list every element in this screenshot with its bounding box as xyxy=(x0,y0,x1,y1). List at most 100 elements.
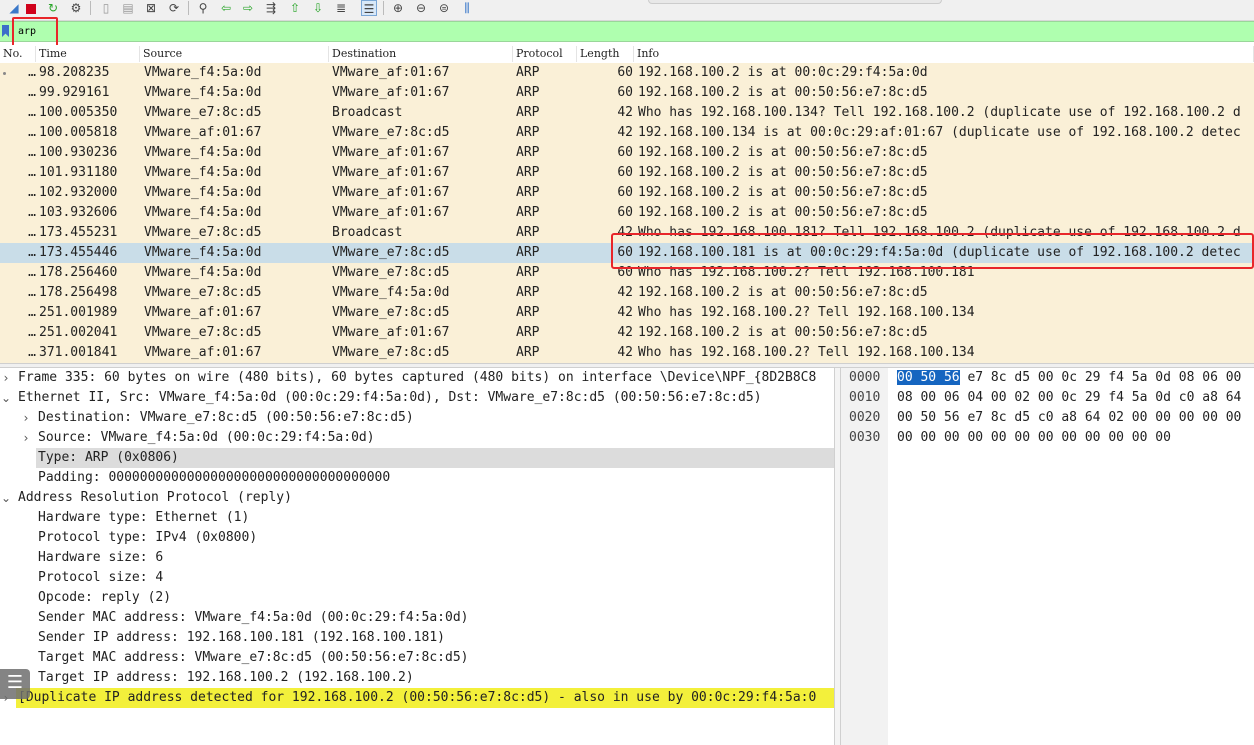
last-packet-icon[interactable]: ⇩ xyxy=(310,0,326,16)
open-file-icon[interactable]: ▯ xyxy=(98,0,114,16)
detail-text: Address Resolution Protocol (reply) xyxy=(18,490,292,505)
detail-row[interactable]: Sender IP address: 192.168.100.181 (192.… xyxy=(0,628,836,648)
detail-row[interactable]: Target MAC address: VMware_e7:8c:d5 (00:… xyxy=(0,648,836,668)
expert-info-icon[interactable]: ☰ xyxy=(0,669,30,699)
packet-row[interactable]: … 371.001841 VMware_af:01:67 VMware_e7:8c:d… xyxy=(0,343,1254,363)
detail-row[interactable]: › Frame 335: 60 bytes on wire (480 bits),… xyxy=(0,368,836,388)
go-forward-icon[interactable]: ⇨ xyxy=(240,0,256,16)
auto-scroll-icon[interactable]: ≣ xyxy=(333,0,349,16)
detail-row[interactable]: › Source: VMware_f4:5a:0d (00:0c:29:f4:5a… xyxy=(0,428,836,448)
packet-row[interactable]: … 251.002041 VMware_e7:8c:d5 VMware_af:01:6… xyxy=(0,323,1254,343)
detail-row[interactable]: ›[Duplicate IP address detected for 192.… xyxy=(0,688,836,708)
packet-cell-info: 192.168.100.2 is at 00:0c:29:f4:5a:0d xyxy=(638,65,928,80)
normal-size-icon[interactable]: ⊜ xyxy=(436,0,452,16)
packet-cell-proto: ARP xyxy=(516,225,540,240)
packet-cell-time: 100.005350 xyxy=(39,105,118,120)
packet-cell-no: … xyxy=(28,285,36,300)
detail-row[interactable]: Hardware size: 6 xyxy=(0,548,836,568)
packet-cell-dst: VMware_f4:5a:0d xyxy=(332,285,450,300)
packet-cell-dst: VMware_af:01:67 xyxy=(332,205,450,220)
restart-capture-icon[interactable]: ↻ xyxy=(45,0,61,16)
packet-cell-len: 42 xyxy=(617,105,633,120)
shark-fin-start-icon[interactable]: ◢ xyxy=(6,0,22,16)
column-header-info[interactable]: Info xyxy=(634,46,1254,62)
bytes-row[interactable]: 0010 08 00 06 04 00 02 00 0c 29 f4 5a 0d … xyxy=(841,388,1254,408)
capture-options-icon[interactable]: ⚙ xyxy=(68,0,84,16)
packet-row[interactable]: … 99.929161 VMware_f4:5a:0d VMware_af:01:67… xyxy=(0,83,1254,103)
packet-row[interactable]: … 102.932000 VMware_f4:5a:0d VMware_af:01:6… xyxy=(0,183,1254,203)
save-file-icon[interactable]: ▤ xyxy=(120,0,136,16)
detail-text: Hardware size: 6 xyxy=(38,550,164,565)
detail-row[interactable]: Hardware type: Ethernet (1) xyxy=(0,508,836,528)
expand-arrow-icon[interactable]: › xyxy=(20,408,32,428)
go-back-icon[interactable]: ⇦ xyxy=(218,0,234,16)
packet-cell-time: 100.930236 xyxy=(39,145,118,160)
packet-cell-src: VMware_f4:5a:0d xyxy=(144,165,262,180)
packet-cell-time: 371.001841 xyxy=(39,345,118,360)
detail-row[interactable]: Protocol size: 4 xyxy=(0,568,836,588)
expand-arrow-icon[interactable]: › xyxy=(20,428,32,448)
detail-row[interactable]: ⌄ Address Resolution Protocol (reply) xyxy=(0,488,836,508)
column-header-length[interactable]: Length xyxy=(577,46,634,62)
packet-cell-len: 60 xyxy=(617,205,633,220)
expand-arrow-icon[interactable]: › xyxy=(0,368,12,388)
resize-columns-icon[interactable]: ⫼ xyxy=(459,0,475,16)
bytes-row[interactable]: 0030 00 00 00 00 00 00 00 00 00 00 00 00 xyxy=(841,428,1254,448)
stop-capture-icon[interactable] xyxy=(23,0,39,16)
filter-bookmark-icon[interactable] xyxy=(2,25,9,37)
packet-cell-src: VMware_e7:8c:d5 xyxy=(144,225,262,240)
packet-cell-time: 101.931180 xyxy=(39,165,118,180)
bytes-row[interactable]: 0000 00 50 56 e7 8c d5 00 0c 29 f4 5a 0d … xyxy=(841,368,1254,388)
detail-text: Protocol type: IPv4 (0x0800) xyxy=(38,530,258,545)
column-header-source[interactable]: Source xyxy=(140,46,329,62)
collapse-arrow-icon[interactable]: ⌄ xyxy=(0,488,12,508)
annotation-row-box xyxy=(611,233,1254,269)
packet-cell-dst: VMware_af:01:67 xyxy=(332,65,450,80)
bytes-row[interactable]: 0020 00 50 56 e7 8c d5 c0 a8 64 02 00 00 … xyxy=(841,408,1254,428)
zoom-out-icon[interactable]: ⊖ xyxy=(413,0,429,16)
packet-cell-proto: ARP xyxy=(516,325,540,340)
zoom-in-icon[interactable]: ⊕ xyxy=(390,0,406,16)
reload-icon[interactable]: ⟳ xyxy=(166,0,182,16)
packet-cell-src: VMware_f4:5a:0d xyxy=(144,265,262,280)
column-header-destination[interactable]: Destination xyxy=(329,46,513,62)
packet-cell-len: 60 xyxy=(617,165,633,180)
packet-cell-info: Who has 192.168.100.2? Tell 192.168.100.… xyxy=(638,305,975,320)
packet-cell-len: 42 xyxy=(617,305,633,320)
detail-row[interactable]: Protocol type: IPv4 (0x0800) xyxy=(0,528,836,548)
packet-row[interactable]: … 100.005818 VMware_af:01:67 VMware_e7:8c:d… xyxy=(0,123,1254,143)
packet-cell-dst: Broadcast xyxy=(332,225,403,240)
packet-cell-len: 60 xyxy=(617,145,633,160)
detail-row[interactable]: Target IP address: 192.168.100.2 (192.16… xyxy=(0,668,836,688)
packet-cell-proto: ARP xyxy=(516,185,540,200)
packet-cell-proto: ARP xyxy=(516,245,540,260)
detail-row[interactable]: ⌄ Ethernet II, Src: VMware_f4:5a:0d (00:0… xyxy=(0,388,836,408)
find-packet-icon[interactable]: ⚲ xyxy=(195,0,211,16)
packet-cell-info: 192.168.100.2 is at 00:50:56:e7:8c:d5 xyxy=(638,185,928,200)
colorize-icon[interactable]: ☰ xyxy=(361,0,377,16)
packet-row[interactable]: … 251.001989 VMware_af:01:67 VMware_e7:8c:d… xyxy=(0,303,1254,323)
close-file-icon[interactable]: ⊠ xyxy=(143,0,159,16)
detail-text: Sender IP address: 192.168.100.181 (192.… xyxy=(38,630,445,645)
detail-row[interactable]: Padding: 0000000000000000000000000000000… xyxy=(0,468,836,488)
detail-row[interactable]: Opcode: reply (2) xyxy=(0,588,836,608)
display-filter-input[interactable] xyxy=(18,24,1238,38)
column-header-time[interactable]: Time xyxy=(36,46,140,62)
go-to-packet-icon[interactable]: ⇶ xyxy=(263,0,279,16)
packet-row[interactable]: … 178.256498 VMware_e7:8c:d5 VMware_f4:5a:0… xyxy=(0,283,1254,303)
detail-row[interactable]: › Destination: VMware_e7:8c:d5 (00:50:56:… xyxy=(0,408,836,428)
column-header-no[interactable]: No. xyxy=(0,46,36,62)
packet-row[interactable]: … 103.932606 VMware_f4:5a:0d VMware_af:01:6… xyxy=(0,203,1254,223)
packet-bytes-pane: 0000 00 50 56 e7 8c d5 00 0c 29 f4 5a 0d … xyxy=(841,368,1254,745)
packet-row[interactable]: … 100.005350 VMware_e7:8c:d5 Broadcast ARP 42… xyxy=(0,103,1254,123)
collapse-arrow-icon[interactable]: ⌄ xyxy=(0,388,12,408)
detail-row[interactable]: Sender MAC address: VMware_f4:5a:0d (00:… xyxy=(0,608,836,628)
packet-row[interactable]: … 100.930236 VMware_f4:5a:0d VMware_af:01:6… xyxy=(0,143,1254,163)
detail-row[interactable]: Type: ARP (0x0806) xyxy=(0,448,836,468)
packet-row[interactable]: … 101.931180 VMware_f4:5a:0d VMware_af:01:6… xyxy=(0,163,1254,183)
details-bytes-splitter[interactable] xyxy=(834,368,841,745)
first-packet-icon[interactable]: ⇧ xyxy=(287,0,303,16)
column-header-protocol[interactable]: Protocol xyxy=(513,46,577,62)
packet-list-header: No. Time Source Destination Protocol Len… xyxy=(0,45,1254,64)
packet-row[interactable]: … 98.208235 VMware_f4:5a:0d VMware_af:01:67… xyxy=(0,63,1254,83)
